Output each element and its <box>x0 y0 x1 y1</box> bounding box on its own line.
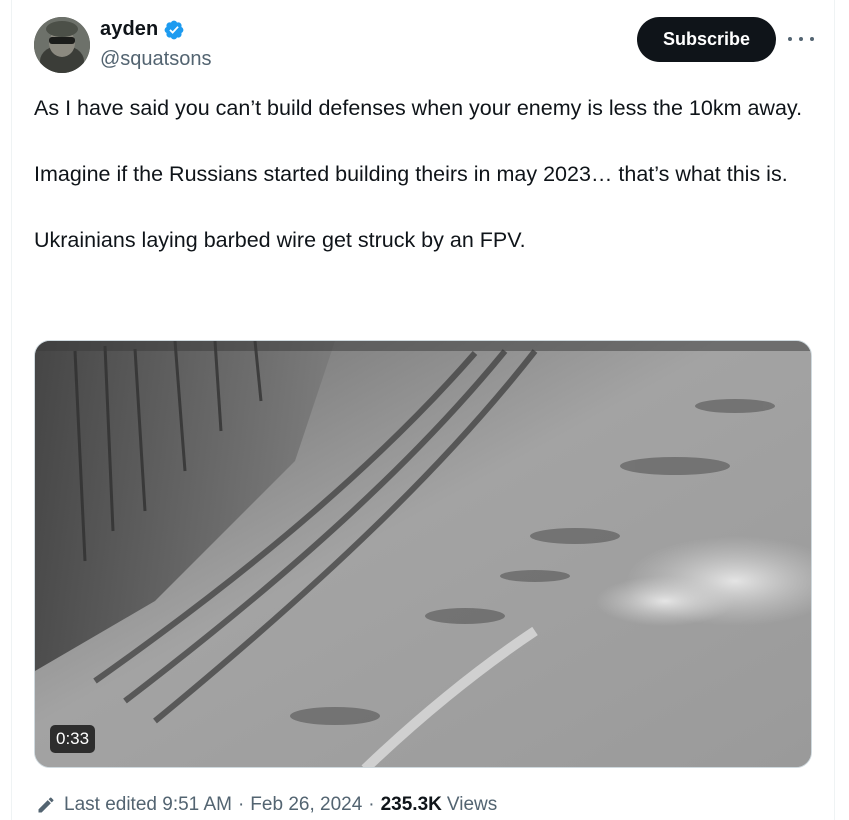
avatar-image <box>34 17 90 73</box>
tweet-paragraph: Ukrainians laying barbed wire get struck… <box>34 228 526 252</box>
video-duration-badge: 0:33 <box>50 725 96 753</box>
author-name-row[interactable]: ayden <box>100 18 185 41</box>
separator: · <box>237 794 245 815</box>
tweet-text: As I have said you can’t build defenses … <box>34 92 824 290</box>
more-options-icon[interactable] <box>788 28 814 50</box>
verified-badge-icon <box>164 20 184 39</box>
more-dot <box>810 37 814 41</box>
author-display-name[interactable]: ayden <box>100 18 158 41</box>
views-count: 235.3K <box>380 794 442 815</box>
views-label: Views <box>446 794 498 815</box>
video-player[interactable] <box>34 340 812 768</box>
tweet-paragraph: As I have said you can’t build defenses … <box>34 96 803 120</box>
separator: · <box>368 794 375 815</box>
more-dot <box>799 37 803 41</box>
avatar[interactable] <box>34 17 90 73</box>
tweet-time[interactable]: 9:51 AM <box>162 794 232 816</box>
video-frame <box>35 341 811 767</box>
more-dot <box>788 37 792 41</box>
subscribe-button[interactable]: Subscribe <box>637 17 776 62</box>
author-handle[interactable]: @squatsons <box>100 48 211 71</box>
tweet-paragraph: Imagine if the Russians started building… <box>34 162 788 186</box>
edited-label[interactable]: Last edited <box>64 794 157 816</box>
pencil-icon <box>38 797 54 813</box>
tweet-meta: Last edited 9:51 AM · Feb 26, 2024 · 235.3K V… <box>36 794 497 816</box>
tweet-date[interactable]: Feb 26, 2024 <box>250 794 362 816</box>
